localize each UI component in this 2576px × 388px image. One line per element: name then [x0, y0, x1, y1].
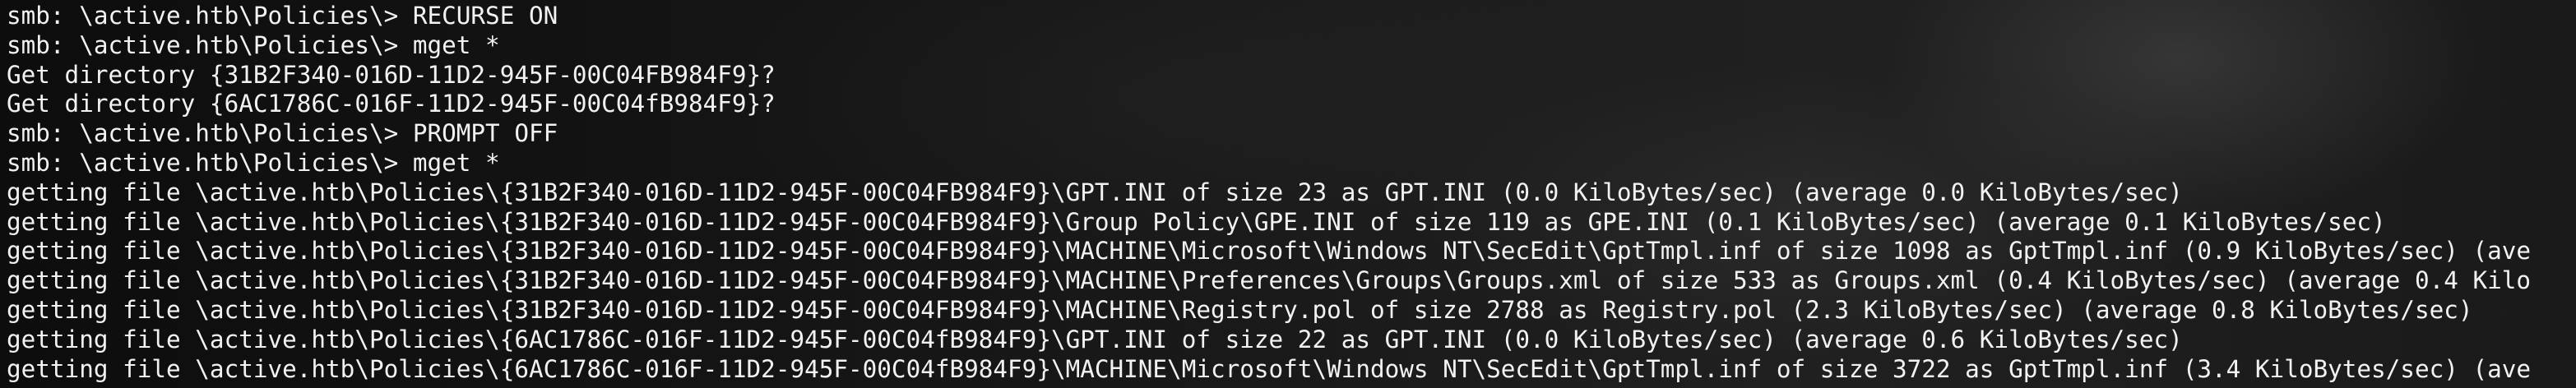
terminal-line: smb: \active.htb\Policies\> mget * — [7, 30, 500, 59]
terminal-line: getting file \active.htb\Policies\{6AC17… — [7, 354, 2532, 383]
terminal-line: Get directory {31B2F340-016D-11D2-945F-0… — [7, 60, 776, 89]
terminal-line: smb: \active.htb\Policies\> PROMPT OFF — [7, 119, 558, 148]
terminal-line: smb: \active.htb\Policies\> mget * — [7, 148, 500, 177]
terminal-line: getting file \active.htb\Policies\{31B2F… — [7, 178, 2183, 206]
terminal-line: getting file \active.htb\Policies\{31B2F… — [7, 237, 2532, 266]
terminal-line: smb: \active.htb\Policies\> RECURSE ON — [7, 2, 558, 30]
terminal-line: Get directory {6AC1786C-016F-11D2-945F-0… — [7, 90, 776, 118]
terminal-line: getting file \active.htb\Policies\{31B2F… — [7, 295, 2473, 324]
terminal-line: getting file \active.htb\Policies\{6AC17… — [7, 325, 2183, 353]
terminal-line: getting file \active.htb\Policies\{31B2F… — [7, 207, 2386, 236]
terminal-window[interactable]: smb: \active.htb\Policies\> RECURSE ON s… — [0, 0, 2576, 388]
terminal-line: getting file \active.htb\Policies\{31B2F… — [7, 266, 2532, 295]
terminal-output: smb: \active.htb\Policies\> RECURSE ON s… — [7, 2, 2531, 384]
